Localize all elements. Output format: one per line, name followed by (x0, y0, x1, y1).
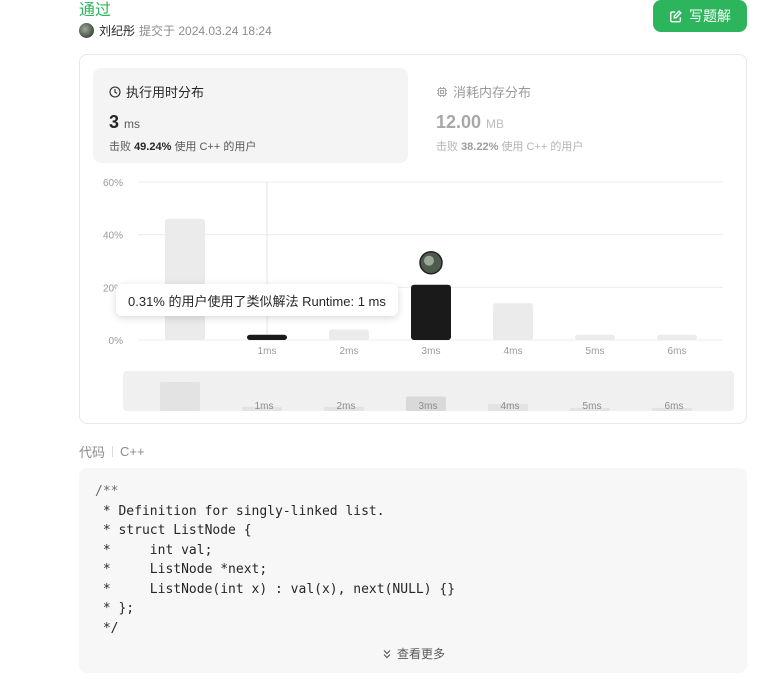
overview-tick-label: 3ms (419, 401, 438, 412)
code-block[interactable]: /** * Definition for singly-linked list.… (79, 468, 747, 673)
x-tick-label: 5ms (586, 346, 605, 357)
y-tick-label: 40% (103, 231, 123, 242)
chart-bar (575, 334, 615, 340)
code-header: 代码 C++ (79, 442, 145, 461)
code-line: * ListNode(int x) : val(x), next(NULL) {… (95, 581, 456, 597)
x-tick-label: 6ms (668, 346, 687, 357)
chart-bar (657, 334, 697, 340)
user-position-avatar-highlight (424, 255, 434, 266)
y-tick-label: 0% (109, 336, 124, 347)
x-tick-label: 4ms (504, 346, 523, 357)
overview-bar (160, 382, 200, 411)
chart-bar (493, 303, 533, 340)
runtime-distribution-chart[interactable]: 60%40%20%0%1ms 2ms 3ms 4ms 5ms 6ms1ms 2ms 3ms 4m… (0, 0, 778, 430)
overview-tick-label: 4ms (501, 401, 520, 412)
show-more-label: 查看更多 (396, 647, 445, 661)
chart-bar (329, 329, 369, 340)
x-tick-label: 1ms (258, 346, 277, 357)
x-tick-label: 2ms (340, 346, 359, 357)
overview-tick-label: 1ms (255, 401, 274, 412)
chart-bar (247, 334, 287, 340)
code-line: * int val; (95, 542, 213, 558)
code-line: * }; (95, 601, 135, 616)
code-language: C++ (120, 444, 145, 459)
code-line: * Definition for singly-linked list. (95, 503, 385, 519)
code-label: 代码 (79, 445, 106, 460)
chart-bar (411, 284, 451, 340)
overview-tick-label: 5ms (583, 401, 602, 412)
code-content: /** * Definition for singly-linked list.… (95, 482, 455, 638)
show-more-button[interactable]: 查看更多 (79, 645, 747, 662)
code-header-divider (112, 446, 114, 457)
chart-tooltip: 0.31% 的用户使用了类似解法 Runtime: 1 ms (116, 284, 398, 316)
x-tick-label: 3ms (422, 346, 441, 357)
code-line: /** (95, 484, 119, 499)
y-tick-label: 60% (103, 178, 123, 189)
overview-tick-label: 2ms (337, 401, 356, 412)
code-line: * struct ListNode { (95, 523, 252, 538)
code-line: * ListNode *next; (95, 562, 268, 577)
code-line: */ (95, 620, 119, 636)
chart-bar (165, 218, 205, 340)
overview-tick-label: 6ms (665, 401, 684, 412)
chevron-double-down-icon (383, 649, 391, 658)
